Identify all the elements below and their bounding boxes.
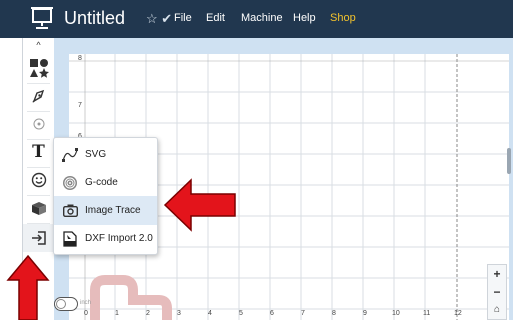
menu-file[interactable]: File (174, 12, 192, 24)
x-tick: 1 (115, 310, 119, 317)
box-tool-button[interactable] (23, 194, 54, 222)
menu-shop[interactable]: Shop (330, 12, 356, 24)
arrow-pointing-left-icon (163, 178, 236, 232)
favorite-save-icons[interactable]: ☆ ✔ (146, 11, 172, 27)
x-tick: 0 (84, 310, 88, 317)
x-tick: 9 (363, 310, 367, 317)
gcode-icon (62, 175, 78, 191)
target-icon (33, 118, 44, 130)
zoom-in-button[interactable]: + (488, 265, 506, 283)
menu-help[interactable]: Help (293, 12, 316, 24)
emoji-tool-button[interactable] (23, 166, 54, 194)
units-label: inch (80, 300, 92, 306)
x-tick: 4 (208, 310, 212, 317)
import-tool-button[interactable] (23, 224, 54, 252)
zoom-out-button[interactable]: − (488, 283, 506, 301)
design-shape[interactable] (90, 275, 172, 320)
x-tick: 11 (423, 310, 431, 317)
target-tool-button[interactable] (23, 110, 54, 138)
import-image-trace-item[interactable]: Image Trace (54, 196, 157, 225)
x-tick: 5 (239, 310, 243, 317)
shapes-tool-button[interactable] (23, 54, 54, 82)
home-icon[interactable]: ⌂ (488, 301, 506, 319)
box-icon (31, 202, 46, 215)
shapes-icon (29, 59, 49, 78)
x-tick: 3 (177, 310, 181, 317)
arrow-pointing-up-icon (6, 254, 50, 320)
x-tick: 12 (454, 310, 462, 317)
chevron-up-icon: ^ (36, 40, 41, 50)
units-toggle[interactable] (54, 297, 78, 311)
emoji-icon (31, 172, 46, 188)
import-menu: SVG G-code Image Trace DXF Import 2.0 (53, 137, 158, 255)
menu-machine[interactable]: Machine (241, 12, 283, 24)
x-tick: 8 (332, 310, 336, 317)
dxf-file-icon (62, 230, 78, 247)
import-dxf-item[interactable]: DXF Import 2.0 (54, 224, 157, 253)
x-tick: 7 (301, 310, 305, 317)
import-svg-item[interactable]: SVG (54, 140, 157, 169)
pen-icon (32, 89, 44, 103)
top-bar: Untitled ☆ ✔ File Edit Machine Help Shop (0, 0, 513, 38)
x-tick: 2 (146, 310, 150, 317)
canvas-scrollbar[interactable] (507, 148, 511, 174)
import-gcode-item[interactable]: G-code (54, 168, 157, 197)
y-tick: 8 (78, 55, 82, 62)
x-tick: 6 (270, 310, 274, 317)
app-logo-icon[interactable] (30, 6, 54, 30)
text-tool-button[interactable]: T (23, 138, 54, 166)
collapse-toolbar-button[interactable]: ^ (23, 38, 54, 52)
project-title[interactable]: Untitled (64, 8, 125, 29)
text-icon: T (32, 142, 45, 162)
camera-icon (62, 203, 78, 219)
pen-tool-button[interactable] (23, 82, 54, 110)
menu-edit[interactable]: Edit (206, 12, 225, 24)
x-tick: 10 (392, 310, 400, 317)
import-icon (31, 231, 46, 245)
zoom-controls: + − ⌂ (487, 264, 507, 320)
y-tick: 7 (78, 102, 82, 109)
svg-curve-icon (62, 147, 78, 163)
